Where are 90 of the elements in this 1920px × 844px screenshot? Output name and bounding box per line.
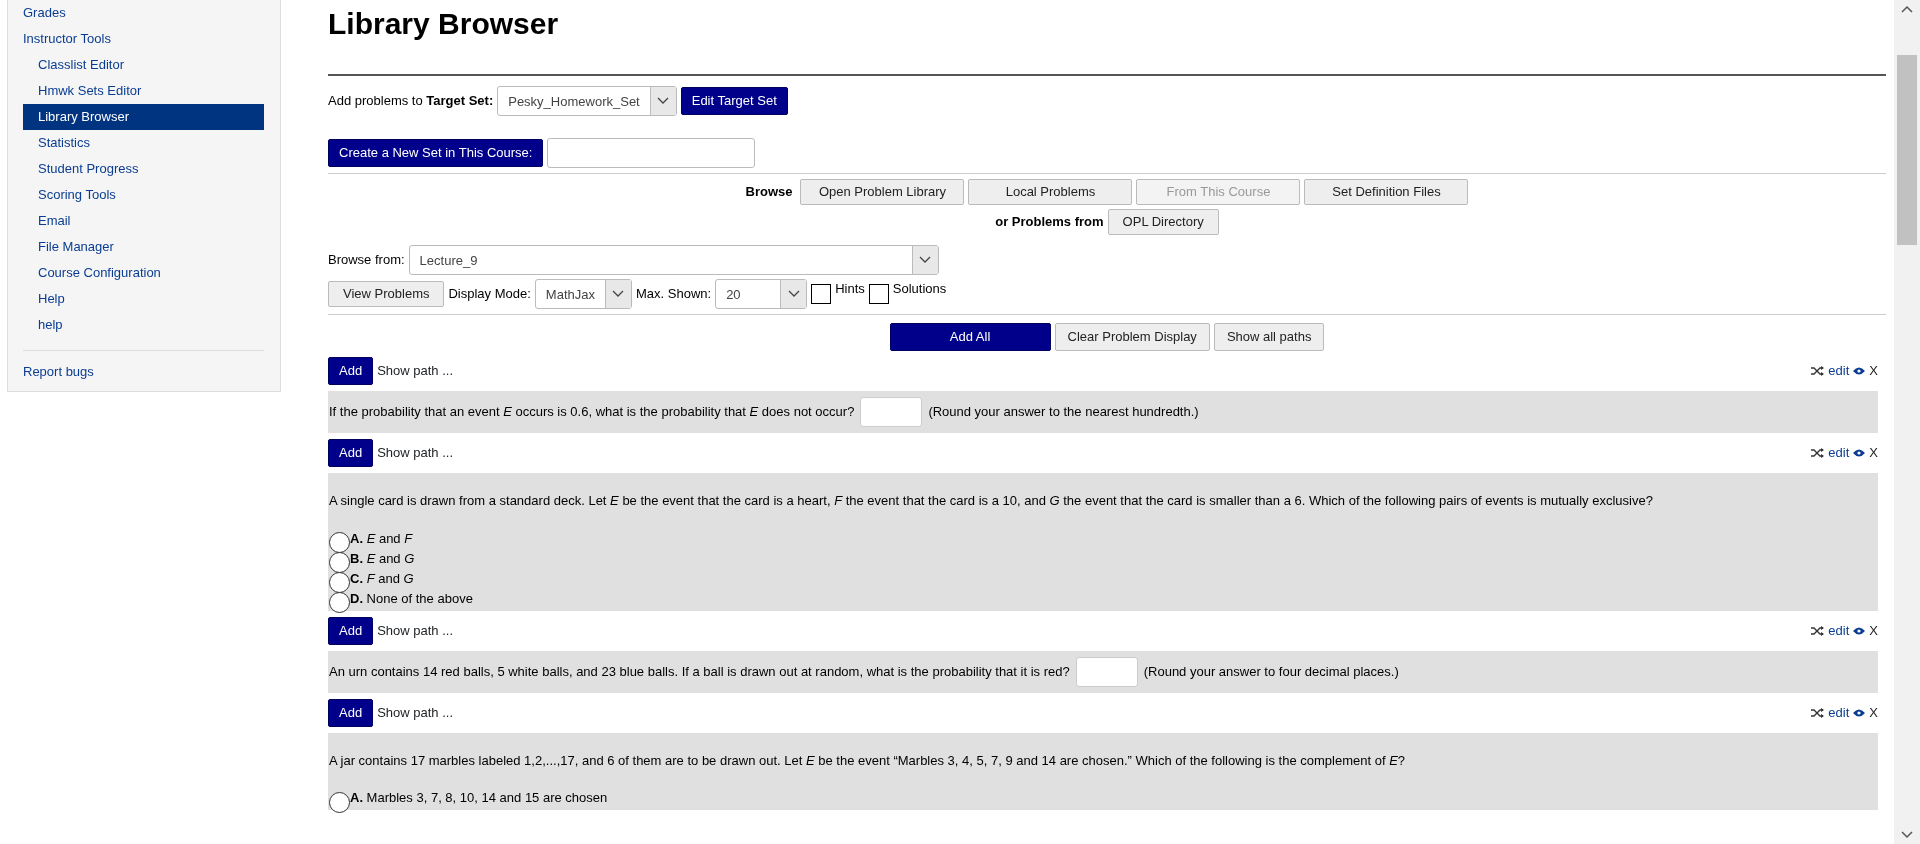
eye-icon[interactable] (1853, 626, 1866, 635)
problem-text: An urn contains 14 red balls, 5 white balls, and 23 blue balls. If a ball is drawn out at random, what is the probability that it is red? (329, 662, 1070, 681)
problem-text: If the probability that an event E occurs is 0.6, what is the probability that E does not occur? (329, 403, 855, 422)
target-set-label: Add problems to Target Set: (328, 92, 494, 111)
radio-button[interactable] (329, 592, 350, 613)
choice-label: B. E and G (350, 549, 415, 568)
sidebar-item[interactable]: Classlist Editor (23, 52, 264, 78)
show-path-link[interactable]: Show path ... (377, 702, 454, 723)
chevron-down-icon[interactable] (787, 290, 800, 298)
scrollbar-thumb[interactable] (1897, 55, 1917, 245)
choice-label: A. Marbles 3, 7, 8, 10, 14 and 15 are chosen (350, 789, 608, 808)
chevron-down-icon[interactable] (612, 290, 625, 298)
target-set-select[interactable]: Pesky_Homework_Set (497, 86, 677, 116)
edit-target-set-button[interactable]: Edit Target Set (680, 87, 788, 115)
sidebar-item[interactable]: File Manager (23, 234, 264, 260)
remove-link[interactable]: X (1869, 443, 1878, 463)
sidebar-item[interactable]: Hmwk Sets Editor (23, 78, 264, 104)
display-mode-label: Display Mode: (448, 285, 531, 304)
action-button[interactable]: Clear Problem Display (1054, 323, 1210, 351)
radio-button[interactable] (329, 572, 350, 593)
show-path-link[interactable]: Show path ... (377, 443, 454, 463)
answer-field[interactable] (1075, 656, 1138, 687)
sidebar-item[interactable]: Library Browser (23, 104, 264, 130)
scroll-down-icon[interactable] (1900, 830, 1914, 840)
action-button[interactable]: Show all paths (1213, 323, 1325, 351)
sidebar-item[interactable]: help (23, 312, 264, 338)
show-path-link[interactable]: Show path ... (377, 361, 454, 381)
add-button[interactable]: Add (328, 698, 374, 727)
opl-directory-button[interactable]: OPL Directory (1107, 209, 1219, 235)
browse-button[interactable]: Set Definition Files (1304, 179, 1469, 205)
remove-link[interactable]: X (1869, 620, 1878, 641)
checkbox[interactable] (811, 284, 832, 304)
sidebar-item[interactable]: Email (23, 208, 264, 234)
shuffle-icon[interactable] (1811, 366, 1825, 376)
report-bugs-link[interactable]: Report bugs (23, 359, 264, 385)
choice-label: D. None of the above (350, 589, 473, 608)
radio-button[interactable] (329, 532, 350, 553)
max-shown-select[interactable]: 20 (715, 279, 808, 309)
add-button[interactable]: Add (328, 357, 374, 385)
sidebar-item[interactable]: Course Configuration (23, 260, 264, 286)
browse-button[interactable]: Local Problems (968, 179, 1133, 205)
shuffle-icon[interactable] (1811, 625, 1825, 636)
choice-label: A. E and F (350, 529, 413, 548)
eye-icon[interactable] (1853, 367, 1866, 375)
browse-button[interactable]: Open Problem Library (800, 179, 965, 205)
answer-field[interactable] (860, 397, 923, 427)
sidebar-item[interactable]: Student Progress (23, 156, 264, 182)
browse-from-select[interactable]: Lecture_9 (408, 245, 939, 275)
answer-note: (Round your answer to the nearest hundredth.) (928, 403, 1199, 422)
eye-icon[interactable] (1853, 708, 1866, 717)
chevron-down-icon[interactable] (657, 97, 670, 105)
show-path-link[interactable]: Show path ... (377, 620, 454, 641)
scroll-up-icon[interactable] (1900, 4, 1914, 14)
remove-link[interactable]: X (1869, 361, 1878, 381)
answer-note: (Round your answer to four decimal places.) (1143, 662, 1399, 681)
problem-text: A single card is drawn from a standard deck. Let E be the event that the card is a heart, F the event that the card is a 10, and G the event that the card is smaller than a 6. Which of the following pairs of events is mutually exclusive? (329, 492, 1654, 510)
problem-text: A jar contains 17 marbles labeled 1,2,...,17, and 6 of them are to be drawn out. Let E be the event “Marbles 3, 4, 5, 7, 9 and 14 are chosen.” Which of the following is the complement of E? (329, 751, 1407, 770)
checkbox-label: Hints (835, 280, 865, 298)
page-title: Library Browser (328, 6, 560, 42)
checkbox[interactable] (868, 284, 889, 304)
sidebar-item[interactable]: Instructor Tools (23, 26, 264, 52)
radio-button[interactable] (329, 791, 350, 813)
or-problems-label: or Problems from (995, 213, 1104, 232)
radio-button[interactable] (329, 552, 350, 573)
sidebar-item[interactable]: Statistics (23, 130, 264, 156)
max-shown-label: Max. Shown: (636, 285, 712, 304)
remove-link[interactable]: X (1869, 702, 1878, 723)
shuffle-icon[interactable] (1811, 707, 1825, 718)
chevron-down-icon[interactable] (919, 256, 932, 264)
add-button[interactable]: Add (328, 616, 374, 645)
eye-icon[interactable] (1853, 449, 1866, 457)
edit-link[interactable]: edit (1828, 361, 1850, 381)
set-name-field[interactable] (547, 138, 756, 168)
sidebar-item[interactable]: Scoring Tools (23, 182, 264, 208)
create-set-button[interactable]: Create a New Set in This Course: (328, 139, 544, 167)
sidebar-item[interactable]: Help (23, 286, 264, 312)
browse-label: Browse (745, 183, 793, 202)
add-button[interactable]: Add (328, 439, 374, 467)
display-mode-select[interactable]: MathJax (534, 279, 632, 309)
browse-from-label: Browse from: (328, 251, 405, 270)
choice-label: C. F and G (350, 569, 414, 588)
sidebar-item[interactable]: Grades (23, 0, 264, 26)
edit-link[interactable]: edit (1828, 443, 1850, 463)
checkbox-label: Solutions (892, 280, 947, 298)
add-all-button[interactable]: Add All (889, 323, 1051, 351)
view-problems-button[interactable]: View Problems (328, 281, 445, 307)
edit-link[interactable]: edit (1828, 702, 1850, 723)
scrollbar[interactable] (1894, 0, 1920, 844)
edit-link[interactable]: edit (1828, 620, 1850, 641)
shuffle-icon[interactable] (1811, 448, 1825, 458)
